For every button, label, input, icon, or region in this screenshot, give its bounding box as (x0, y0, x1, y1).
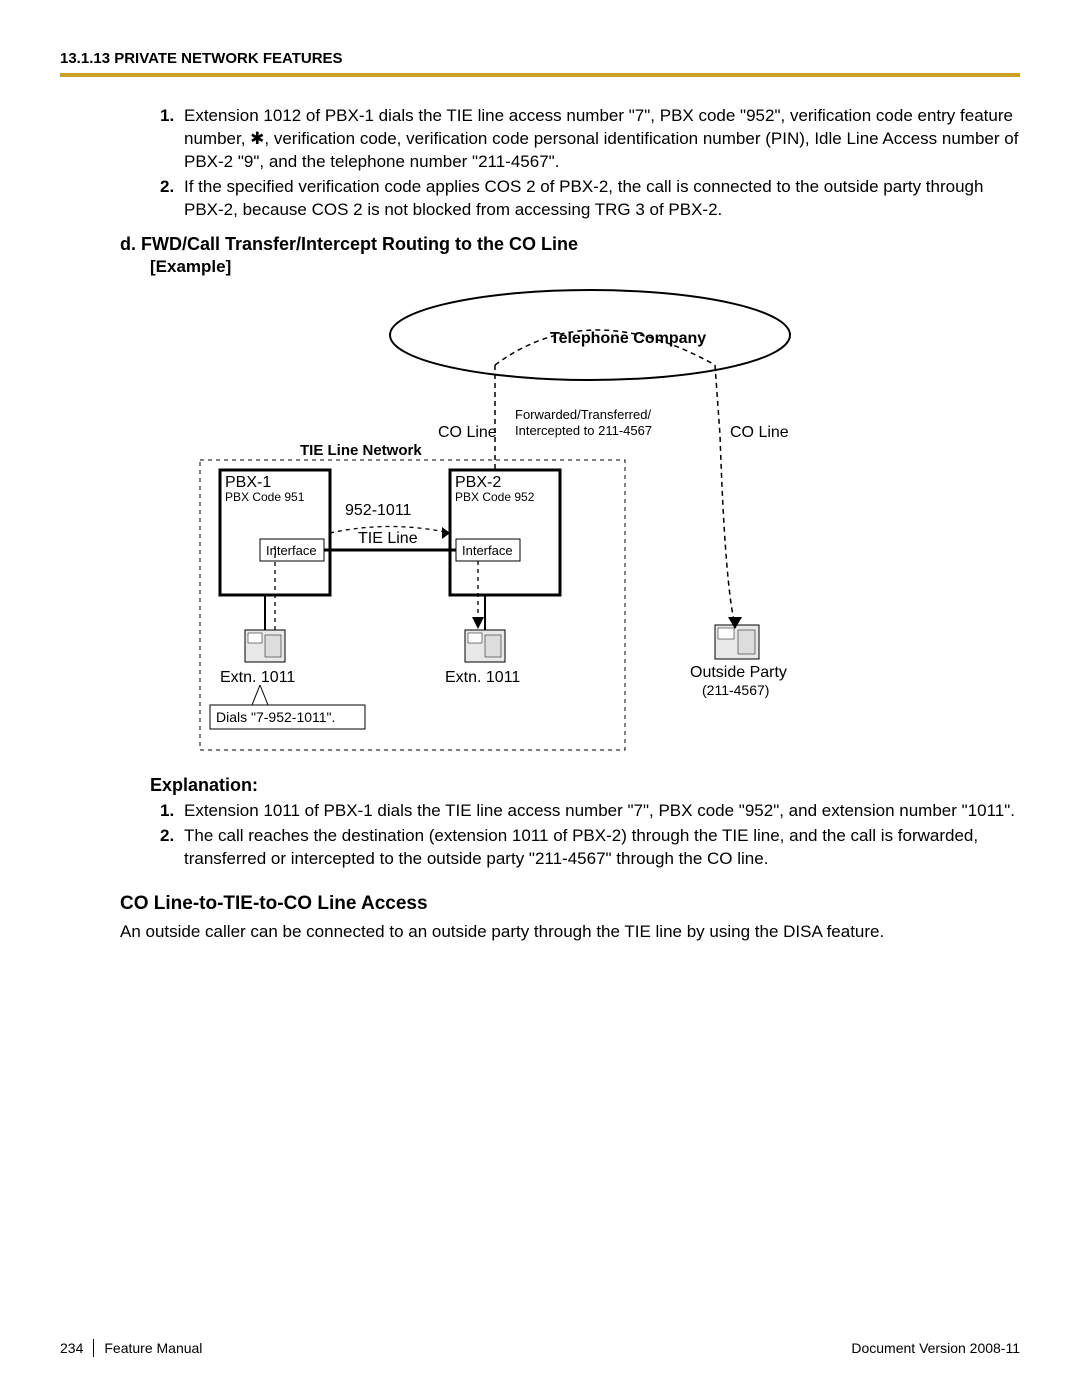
dials-box-text: Dials "7-952-1011". (216, 709, 335, 725)
explanation-heading: Explanation: (150, 775, 1020, 796)
list-text: Extension 1011 of PBX-1 dials the TIE li… (184, 800, 1020, 823)
top-ordered-list: 1. Extension 1012 of PBX-1 dials the TIE… (160, 105, 1020, 222)
document-version: Document Version 2008-11 (851, 1340, 1020, 1356)
list-item: 1. Extension 1012 of PBX-1 dials the TIE… (160, 105, 1020, 174)
example-label: [Example] (150, 257, 1020, 277)
list-number: 1. (160, 105, 184, 174)
co-line-right-label: CO Line (730, 424, 789, 441)
tie-network-label: TIE Line Network (300, 442, 422, 459)
header-section-title: 13.1.13 PRIVATE NETWORK FEATURES (60, 50, 1020, 67)
explanation-list: 1. Extension 1011 of PBX-1 dials the TIE… (160, 800, 1020, 871)
pbx1-code: PBX Code 951 (225, 490, 305, 504)
list-number: 2. (160, 825, 184, 871)
extn1-label: Extn. 1011 (220, 669, 295, 686)
list-text: The call reaches the destination (extens… (184, 825, 1020, 871)
network-diagram: Telephone Company CO Line CO Line Forwar… (160, 285, 920, 755)
pbx2-label: PBX-2 (455, 474, 501, 491)
dial-num: 952-1011 (345, 502, 412, 519)
phone-icon (245, 630, 285, 662)
co-line-left-label: CO Line (438, 424, 497, 441)
telco-label: Telephone Company (550, 330, 706, 347)
section-d-heading: d. FWD/Call Transfer/Intercept Routing t… (120, 234, 1020, 255)
footer-divider (93, 1339, 94, 1357)
outside-party-label: Outside Party (690, 664, 787, 681)
extn2-label: Extn. 1011 (445, 669, 520, 686)
fwd-line2: Intercepted to 211-4567 (515, 423, 652, 438)
list-item: 2. The call reaches the destination (ext… (160, 825, 1020, 871)
list-text: Extension 1012 of PBX-1 dials the TIE li… (184, 105, 1020, 174)
interface1-label: Interface (266, 543, 317, 558)
list-item: 1. Extension 1011 of PBX-1 dials the TIE… (160, 800, 1020, 823)
manual-name: Feature Manual (104, 1340, 202, 1356)
pbx2-code: PBX Code 952 (455, 490, 535, 504)
tie-line-label: TIE Line (358, 530, 418, 547)
co-section-paragraph: An outside caller can be connected to an… (120, 921, 1020, 944)
pbx1-label: PBX-1 (225, 474, 271, 491)
header-rule (60, 73, 1020, 77)
outside-num: (211-4567) (702, 682, 769, 698)
page-footer: 234 Feature Manual Document Version 2008… (60, 1339, 1020, 1357)
phone-icon (715, 625, 759, 659)
list-number: 2. (160, 176, 184, 222)
list-item: 2. If the specified verification code ap… (160, 176, 1020, 222)
page-number: 234 (60, 1340, 83, 1356)
list-number: 1. (160, 800, 184, 823)
phone-icon (465, 630, 505, 662)
page: 13.1.13 PRIVATE NETWORK FEATURES 1. Exte… (0, 0, 1080, 1397)
co-section-heading: CO Line-to-TIE-to-CO Line Access (120, 893, 1020, 915)
list-text: If the specified verification code appli… (184, 176, 1020, 222)
interface2-label: Interface (462, 543, 513, 558)
fwd-line1: Forwarded/Transferred/ (515, 407, 651, 422)
